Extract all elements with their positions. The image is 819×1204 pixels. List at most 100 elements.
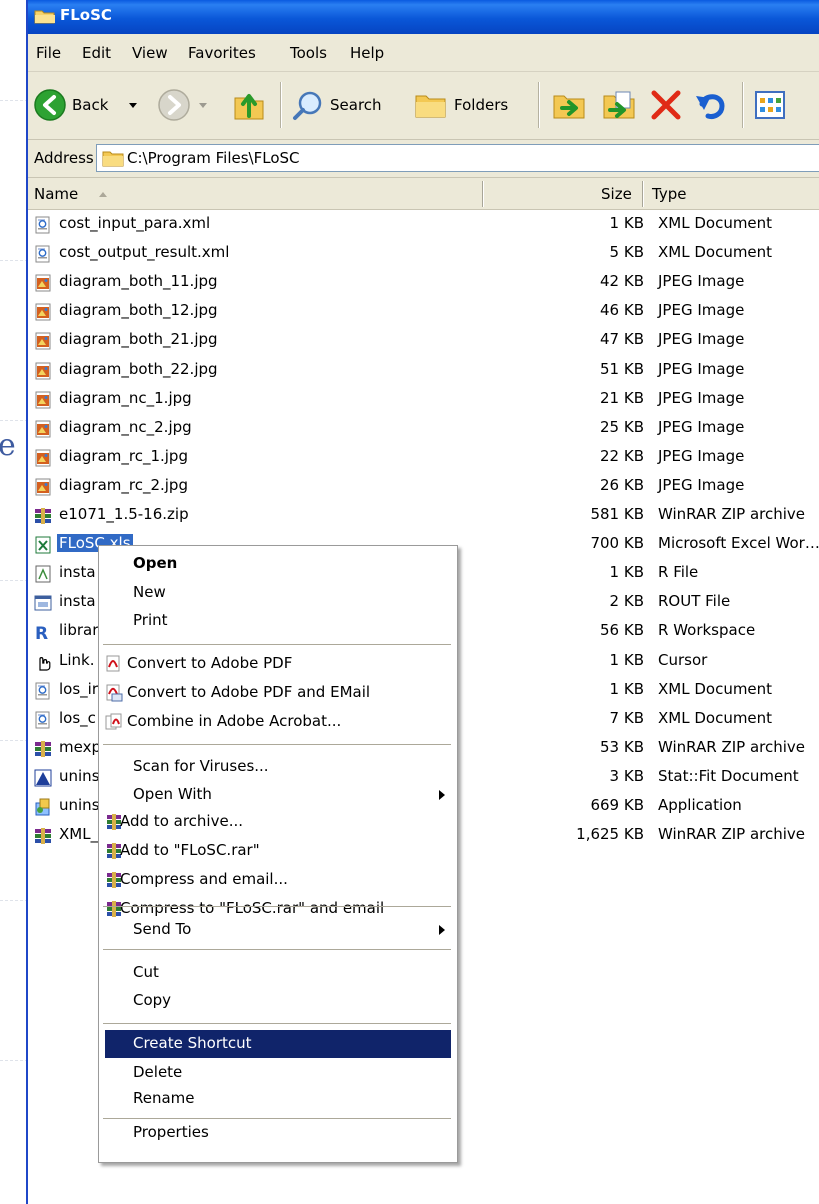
- file-row[interactable]: e1071_1.5-16.zip 581 KB WinRAR ZIP archive: [28, 501, 819, 530]
- menu-tools[interactable]: Tools: [290, 44, 327, 62]
- adobe-combine-icon: [105, 713, 122, 730]
- file-row[interactable]: diagram_rc_2.jpg 26 KB JPEG Image: [28, 472, 819, 501]
- send-to-label: Send To: [133, 920, 192, 938]
- folders-icon: [415, 95, 446, 118]
- search-button[interactable]: Search: [290, 82, 402, 128]
- column-headers: Name Size Type: [28, 178, 819, 210]
- file-type: XML Document: [658, 214, 773, 232]
- menu-item-print[interactable]: Print: [99, 607, 457, 635]
- file-row[interactable]: cost_input_para.xml 1 KB XML Document: [28, 210, 819, 239]
- folder-icon: [34, 10, 55, 24]
- print-label: Print: [133, 611, 168, 629]
- file-size: 1 KB: [609, 563, 644, 582]
- file-row[interactable]: diagram_rc_1.jpg 22 KB JPEG Image: [28, 443, 819, 472]
- menu-item-copy[interactable]: Copy: [99, 987, 457, 1015]
- address-path: C:\Program Files\FLoSC: [127, 149, 300, 167]
- file-name: los_ir: [59, 679, 98, 698]
- menu-item-convert-pdf-email[interactable]: Convert to Adobe PDF and EMail: [99, 679, 457, 707]
- menu-item-open-with[interactable]: Open With: [99, 781, 457, 809]
- menu-favorites[interactable]: Favorites: [188, 44, 256, 62]
- svg-text:R: R: [35, 624, 48, 641]
- file-name: cost_input_para.xml: [59, 214, 211, 232]
- file-row[interactable]: diagram_nc_2.jpg 25 KB JPEG Image: [28, 414, 819, 443]
- column-type-header[interactable]: Type: [652, 185, 686, 203]
- menu-item-add-archive[interactable]: Add to archive...: [99, 808, 457, 836]
- file-type: Microsoft Excel Wor…: [658, 534, 819, 553]
- file-size: 53 KB: [600, 737, 644, 756]
- menu-item-scan-viruses[interactable]: Scan for Viruses...: [99, 753, 457, 781]
- menu-help[interactable]: Help: [350, 44, 384, 62]
- menu-item-add-rar[interactable]: Add to "FLoSC.rar": [99, 837, 457, 865]
- submenu-arrow-icon: [439, 790, 445, 800]
- forward-button[interactable]: [154, 82, 216, 128]
- file-name: mexp: [59, 737, 101, 756]
- xml-file-icon: [35, 245, 50, 263]
- file-size: 26 KB: [600, 475, 644, 494]
- xml-file-icon: [35, 216, 50, 234]
- file-size: 700 KB: [590, 534, 644, 553]
- up-folder-icon[interactable]: [232, 88, 266, 122]
- file-size: 46 KB: [600, 301, 644, 320]
- menu-item-cut[interactable]: Cut: [99, 959, 457, 987]
- file-type: JPEG Image: [658, 475, 745, 494]
- convert-pdf-email-label: Convert to Adobe PDF and EMail: [127, 683, 371, 701]
- menu-bar: File Edit View Favorites Tools Help: [28, 34, 819, 72]
- adobe-pdf-icon: [106, 655, 120, 672]
- menu-item-open[interactable]: Open: [99, 550, 457, 578]
- folder-icon: [102, 151, 124, 167]
- menu-item-send-to[interactable]: Send To: [99, 916, 457, 944]
- menu-file[interactable]: File: [36, 44, 61, 62]
- cut-label: Cut: [133, 963, 159, 981]
- menu-item-properties[interactable]: Properties: [99, 1123, 457, 1155]
- file-row[interactable]: diagram_both_21.jpg 47 KB JPEG Image: [28, 326, 819, 355]
- scan-viruses-label: Scan for Viruses...: [133, 757, 269, 775]
- address-field[interactable]: C:\Program Files\FLoSC: [96, 144, 819, 172]
- views-icon[interactable]: [754, 90, 786, 120]
- file-type: JPEG Image: [658, 446, 745, 465]
- column-size-header[interactable]: Size: [601, 185, 632, 203]
- menu-item-create-shortcut[interactable]: Create Shortcut: [105, 1030, 451, 1058]
- back-arrow-icon: [34, 89, 66, 121]
- move-to-icon[interactable]: [552, 88, 588, 122]
- winrar-archive-icon: [35, 740, 51, 757]
- menu-view[interactable]: View: [132, 44, 168, 62]
- jpeg-file-icon: [35, 478, 51, 496]
- file-size: 1 KB: [609, 650, 644, 669]
- file-size: 1 KB: [609, 679, 644, 698]
- search-label: Search: [330, 96, 382, 114]
- file-size: 5 KB: [609, 243, 644, 262]
- menu-item-delete[interactable]: Delete: [99, 1059, 457, 1087]
- jpeg-file-icon: [35, 362, 51, 379]
- file-size: 22 KB: [600, 446, 644, 465]
- menu-item-rename[interactable]: Rename: [99, 1085, 457, 1113]
- file-type: JPEG Image: [658, 388, 745, 407]
- file-size: 581 KB: [590, 505, 644, 523]
- column-name-header[interactable]: Name: [34, 185, 78, 203]
- file-name: unins: [59, 796, 100, 814]
- menu-item-compress-email[interactable]: Compress and email...: [99, 866, 457, 894]
- excel-file-icon: [35, 536, 51, 554]
- file-row[interactable]: cost_output_result.xml 5 KB XML Document: [28, 239, 819, 268]
- delete-icon[interactable]: [650, 90, 682, 120]
- folders-button[interactable]: Folders: [410, 82, 528, 128]
- combine-acrobat-label: Combine in Adobe Acrobat...: [127, 712, 342, 730]
- file-type: JPEG Image: [658, 330, 745, 349]
- winrar-archive-icon: [35, 828, 51, 845]
- back-label: Back: [72, 96, 109, 114]
- menu-item-convert-pdf[interactable]: Convert to Adobe PDF: [99, 650, 457, 678]
- file-type: Cursor: [658, 650, 708, 669]
- menu-edit[interactable]: Edit: [82, 44, 111, 62]
- file-type: XML Document: [658, 708, 773, 727]
- title-bar[interactable]: FLoSC: [28, 0, 819, 34]
- menu-item-combine-acrobat[interactable]: Combine in Adobe Acrobat...: [99, 708, 457, 736]
- back-button[interactable]: Back: [32, 82, 150, 128]
- undo-icon[interactable]: [694, 88, 728, 122]
- file-row[interactable]: diagram_both_12.jpg 46 KB JPEG Image: [28, 297, 819, 326]
- file-type: WinRAR ZIP archive: [658, 505, 806, 523]
- menu-item-new[interactable]: New: [99, 579, 457, 607]
- file-type: WinRAR ZIP archive: [658, 825, 806, 844]
- file-row[interactable]: diagram_nc_1.jpg 21 KB JPEG Image: [28, 385, 819, 414]
- file-row[interactable]: diagram_both_11.jpg 42 KB JPEG Image: [28, 268, 819, 297]
- file-row[interactable]: diagram_both_22.jpg 51 KB JPEG Image: [28, 356, 819, 385]
- copy-to-icon[interactable]: [602, 88, 638, 122]
